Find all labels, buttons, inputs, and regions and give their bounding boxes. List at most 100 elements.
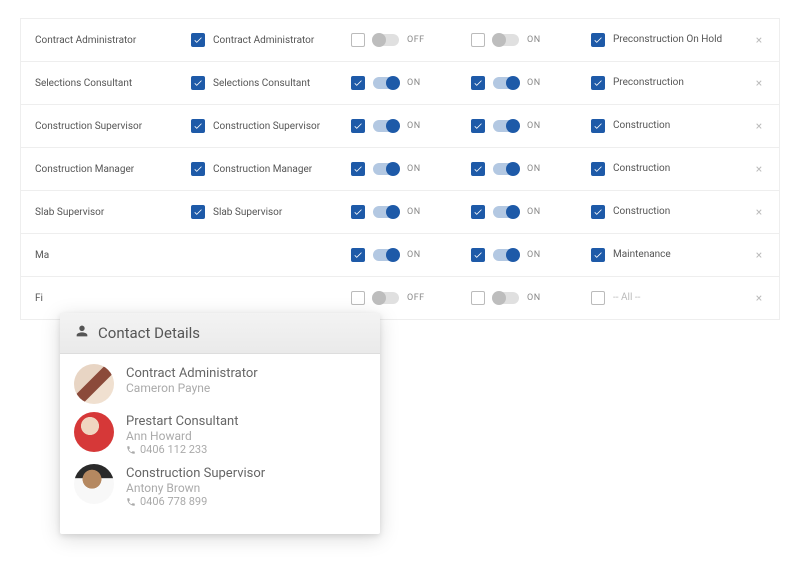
toggle2-label: ON	[527, 164, 541, 174]
delete-row-button[interactable]: ×	[749, 33, 769, 47]
stage-checkbox[interactable]	[591, 291, 605, 305]
table-row: Construction Supervisor Construction Sup…	[21, 105, 779, 148]
role-label: Fi	[31, 293, 191, 304]
contact-details-popup: Contact Details Contract Administrator C…	[60, 313, 380, 534]
toggle1[interactable]	[373, 206, 399, 218]
role-label: Construction Supervisor	[31, 121, 191, 132]
stage-text: Maintenance	[613, 249, 671, 261]
toggle1-checkbox[interactable]	[351, 162, 365, 176]
popup-title: Contact Details	[98, 324, 200, 342]
avatar	[74, 364, 114, 404]
delete-row-button[interactable]: ×	[749, 162, 769, 176]
title-text: Construction Manager	[213, 164, 312, 175]
toggle1[interactable]	[373, 249, 399, 261]
person-icon	[74, 323, 90, 343]
toggle1-checkbox[interactable]	[351, 33, 365, 47]
toggle1[interactable]	[373, 120, 399, 132]
title-text: Slab Supervisor	[213, 207, 282, 218]
delete-row-button[interactable]: ×	[749, 248, 769, 262]
contact-name: Ann Howard	[126, 429, 366, 443]
toggle2[interactable]	[493, 120, 519, 132]
toggle2-checkbox[interactable]	[471, 33, 485, 47]
toggle1[interactable]	[373, 163, 399, 175]
delete-row-button[interactable]: ×	[749, 205, 769, 219]
contact-role: Prestart Consultant	[126, 414, 366, 429]
title-text: Construction Supervisor	[213, 121, 320, 132]
toggle1[interactable]	[373, 77, 399, 89]
title-checkbox[interactable]	[191, 76, 205, 90]
contact-phone: 0406 778 899	[126, 495, 366, 508]
title-checkbox[interactable]	[191, 162, 205, 176]
title-text: Contract Administrator	[213, 35, 314, 46]
toggle2-checkbox[interactable]	[471, 248, 485, 262]
delete-row-button[interactable]: ×	[749, 76, 769, 90]
stage-checkbox[interactable]	[591, 205, 605, 219]
contact-item: Prestart Consultant Ann Howard 0406 112 …	[74, 412, 366, 456]
toggle1-checkbox[interactable]	[351, 76, 365, 90]
avatar	[74, 412, 114, 452]
toggle2-checkbox[interactable]	[471, 162, 485, 176]
toggle1[interactable]	[373, 34, 399, 46]
table-row: Construction Manager Construction Manage…	[21, 148, 779, 191]
contact-item: Contract Administrator Cameron Payne	[74, 364, 366, 404]
toggle1-label: ON	[407, 207, 421, 217]
toggle2-checkbox[interactable]	[471, 76, 485, 90]
contact-role: Construction Supervisor	[126, 466, 366, 481]
role-label: Selections Consultant	[31, 78, 191, 89]
table-row: Ma ON ON Maintenance ×	[21, 234, 779, 277]
roles-table: Contract Administrator Contract Administ…	[20, 18, 780, 320]
toggle2-label: ON	[527, 78, 541, 88]
toggle2-label: ON	[527, 207, 541, 217]
delete-row-button[interactable]: ×	[749, 119, 769, 133]
toggle1-label: ON	[407, 121, 421, 131]
stage-text: Construction	[613, 206, 670, 218]
toggle1-label: ON	[407, 250, 421, 260]
toggle2-checkbox[interactable]	[471, 119, 485, 133]
title-checkbox[interactable]	[191, 205, 205, 219]
stage-checkbox[interactable]	[591, 33, 605, 47]
delete-row-button[interactable]: ×	[749, 291, 769, 305]
toggle2[interactable]	[493, 206, 519, 218]
stage-checkbox[interactable]	[591, 76, 605, 90]
title-text: Selections Consultant	[213, 78, 310, 89]
avatar	[74, 464, 114, 504]
title-checkbox[interactable]	[191, 33, 205, 47]
contact-name: Antony Brown	[126, 481, 366, 495]
toggle2[interactable]	[493, 249, 519, 261]
popup-body: Contract Administrator Cameron Payne Pre…	[60, 354, 380, 534]
role-label: Contract Administrator	[31, 35, 191, 46]
stage-checkbox[interactable]	[591, 119, 605, 133]
contact-phone: 0406 112 233	[126, 443, 366, 456]
table-row: Contract Administrator Contract Administ…	[21, 19, 779, 62]
toggle1-checkbox[interactable]	[351, 119, 365, 133]
toggle2-label: ON	[527, 121, 541, 131]
contact-item: Construction Supervisor Antony Brown 040…	[74, 464, 366, 508]
toggle1-checkbox[interactable]	[351, 248, 365, 262]
toggle1[interactable]	[373, 292, 399, 304]
toggle2[interactable]	[493, 77, 519, 89]
popup-header: Contact Details	[60, 313, 380, 354]
toggle2-checkbox[interactable]	[471, 205, 485, 219]
toggle2[interactable]	[493, 34, 519, 46]
title-checkbox[interactable]	[191, 119, 205, 133]
toggle1-checkbox[interactable]	[351, 291, 365, 305]
stage-text: Preconstruction	[613, 77, 684, 89]
table-row: Selections Consultant Selections Consult…	[21, 62, 779, 105]
role-label: Slab Supervisor	[31, 207, 191, 218]
contact-name: Cameron Payne	[126, 381, 366, 395]
stage-checkbox[interactable]	[591, 162, 605, 176]
toggle2[interactable]	[493, 292, 519, 304]
table-row: Slab Supervisor Slab Supervisor ON ON Co…	[21, 191, 779, 234]
stage-checkbox[interactable]	[591, 248, 605, 262]
stage-text: Construction	[613, 163, 670, 175]
toggle2-label: ON	[527, 250, 541, 260]
toggle1-label: OFF	[407, 293, 425, 303]
toggle2-checkbox[interactable]	[471, 291, 485, 305]
toggle1-label: ON	[407, 164, 421, 174]
toggle1-checkbox[interactable]	[351, 205, 365, 219]
stage-text: Preconstruction On Hold	[613, 34, 722, 46]
stage-text: -- All --	[613, 292, 640, 304]
toggle2[interactable]	[493, 163, 519, 175]
contact-role: Contract Administrator	[126, 366, 366, 381]
toggle1-label: OFF	[407, 35, 425, 45]
